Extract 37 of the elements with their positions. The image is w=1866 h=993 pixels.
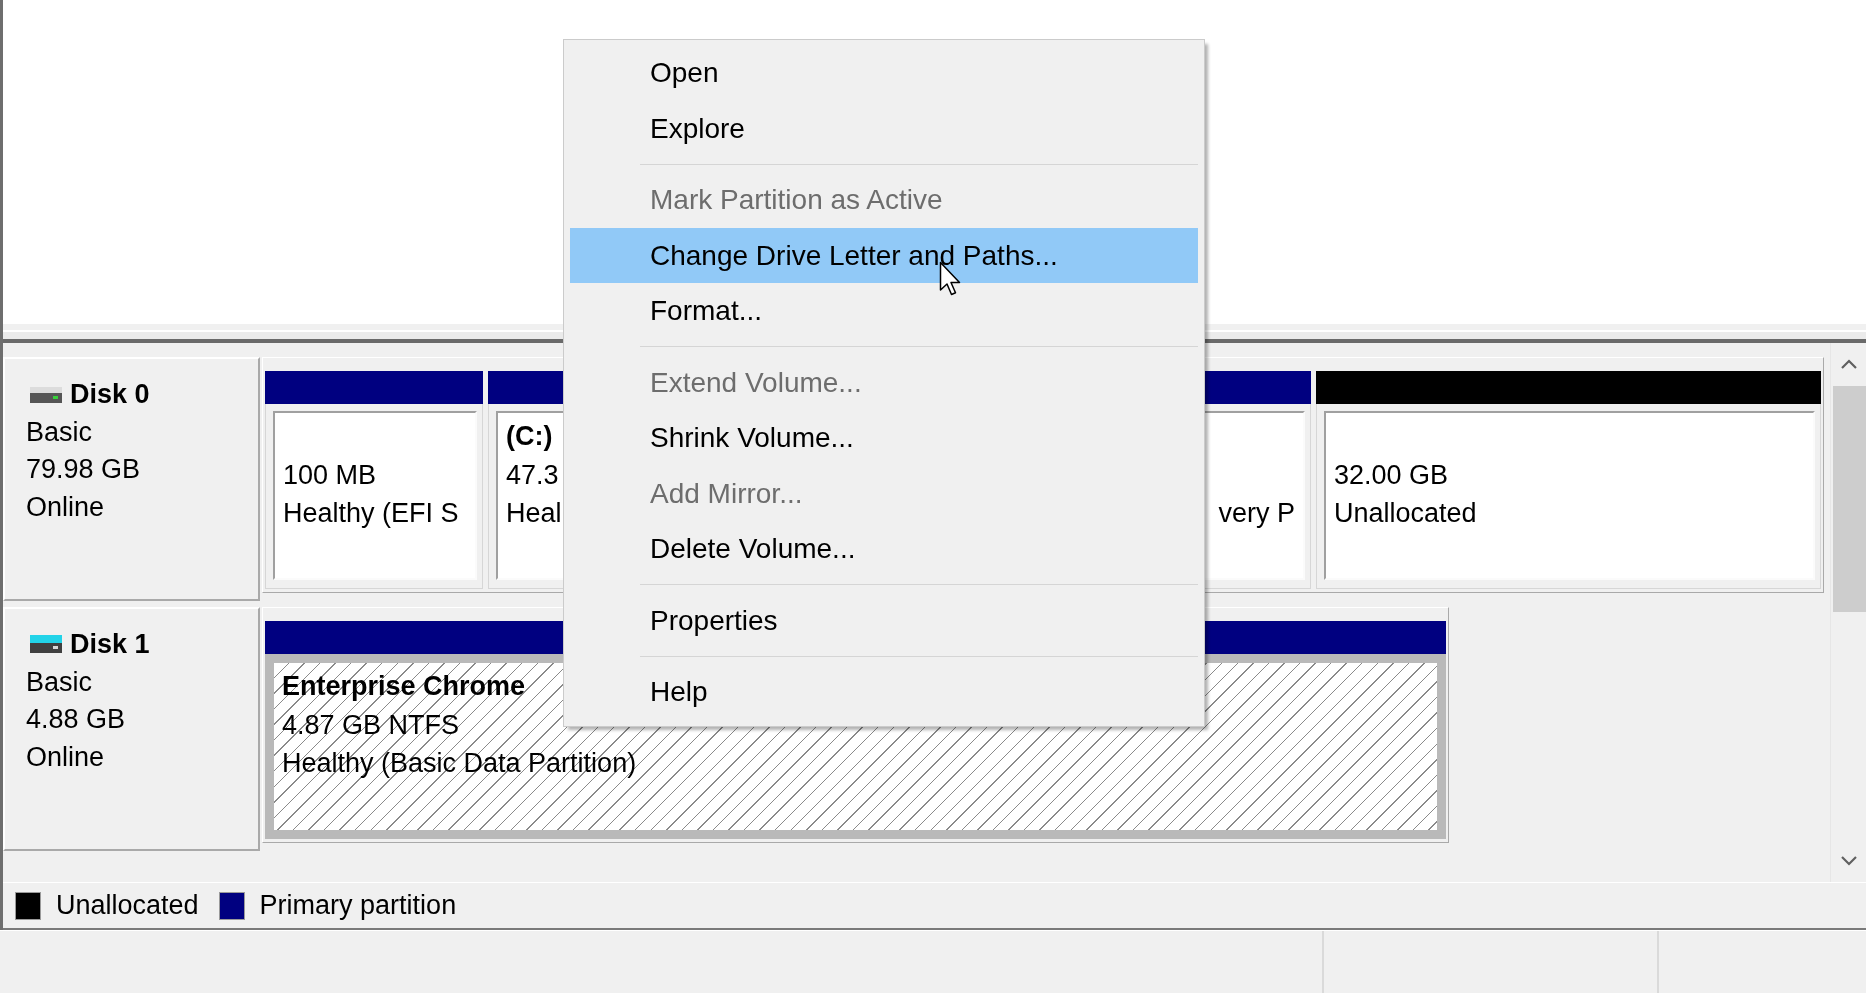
partition-size: 47.3 (506, 458, 559, 492)
partition-status: Healthy (Basic Data Partition) (282, 747, 637, 780)
partition-status: very P (1218, 497, 1295, 530)
partition-size: 100 MB (283, 458, 377, 492)
menu-item[interactable]: Change Drive Letter and Paths... (570, 227, 1198, 283)
disk-type: Basic (26, 665, 93, 699)
disk-name: Disk 1 (70, 628, 150, 661)
partition-box[interactable]: 32.00 GB Unallocated (1324, 411, 1815, 580)
partition-status: Healthy (EFI S (283, 497, 459, 530)
volume-name: (C:) (506, 420, 553, 453)
menu-item[interactable]: Format... (570, 283, 1198, 339)
disk-size: 4.88 GB (26, 703, 126, 736)
drive-icon (30, 634, 62, 655)
menu-item[interactable]: Properties (570, 592, 1198, 648)
partition-status: Heal (506, 497, 562, 530)
disk-info-panel[interactable]: Disk 0 Basic 79.98 GB Online (3, 357, 260, 601)
partition-box[interactable]: 100 MB Healthy (EFI S (273, 411, 477, 580)
chevron-down-icon[interactable] (1839, 854, 1858, 866)
drive-icon (30, 384, 62, 405)
partition-size: 4.87 GB NTFS (282, 708, 460, 742)
scrollbar-thumb[interactable] (1833, 386, 1866, 612)
scrollbar[interactable] (1830, 343, 1866, 882)
menu-item[interactable]: Open (570, 45, 1198, 101)
disk-size: 79.98 GB (26, 453, 141, 486)
legend-label: Unallocated (56, 890, 199, 921)
disk-status: Online (26, 740, 105, 774)
partition-size: 32.00 GB (1334, 458, 1449, 492)
menu-item[interactable]: Explore (570, 100, 1198, 156)
volume-name: Enterprise Chrome (282, 670, 526, 703)
legend-label: Primary partition (259, 890, 457, 921)
disk-type: Basic (26, 415, 93, 449)
disk-status: Online (26, 490, 105, 524)
disk-name: Disk 0 (70, 378, 150, 411)
menu-item[interactable]: Help (570, 664, 1198, 720)
disk-info-panel[interactable]: Disk 1 Basic 4.88 GB Online (3, 607, 260, 851)
chevron-up-icon[interactable] (1839, 359, 1858, 370)
partition-status: Unallocated (1334, 497, 1477, 530)
